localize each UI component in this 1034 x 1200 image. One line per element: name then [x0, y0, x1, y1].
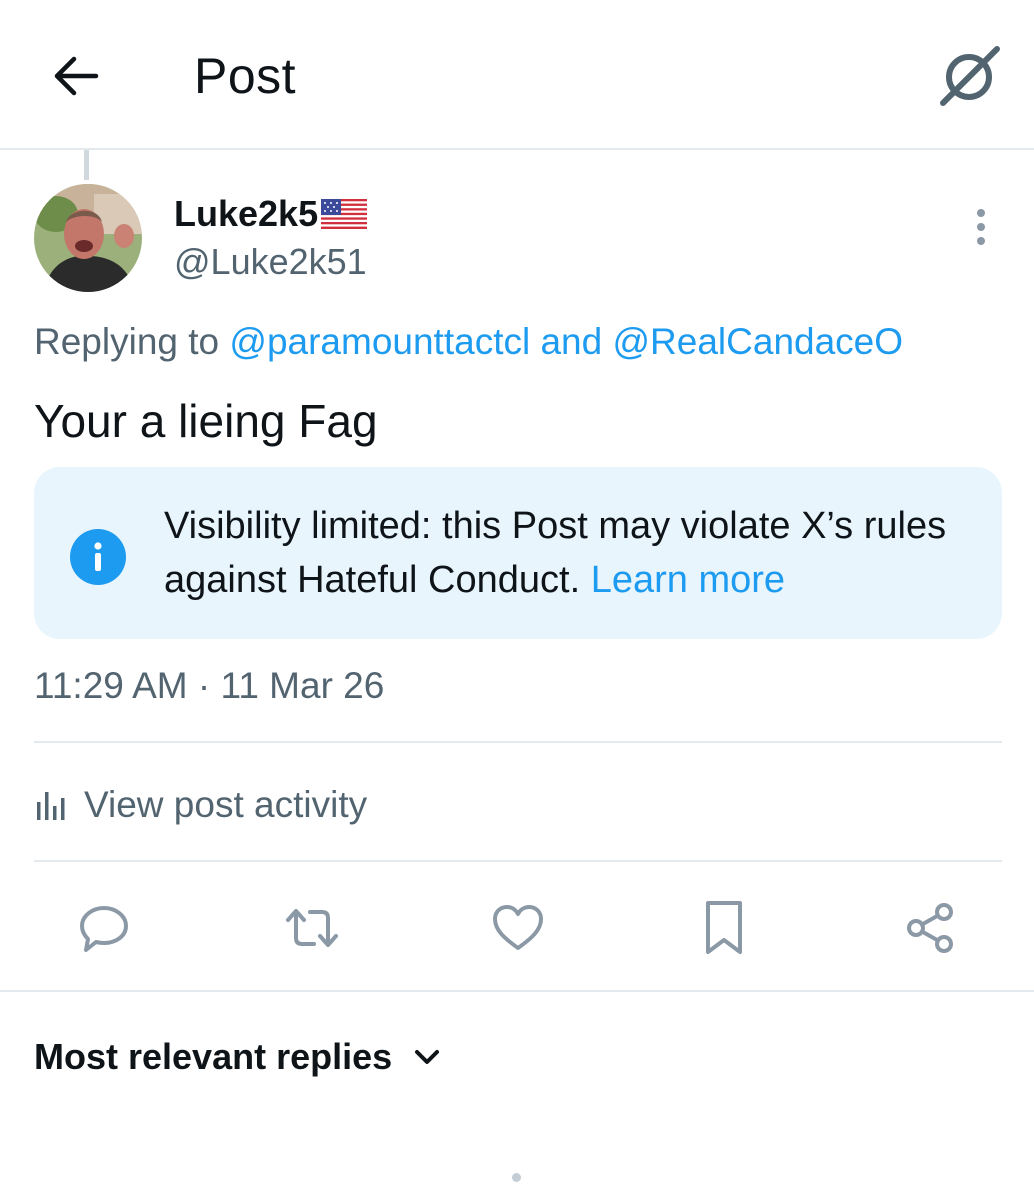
- reply-button[interactable]: [72, 896, 136, 960]
- page-title: Post: [194, 48, 297, 104]
- visibility-notice: Visibility limited: this Post may violat…: [34, 467, 1002, 639]
- comment-icon: [80, 906, 128, 952]
- top-app-bar: Post: [0, 0, 1034, 150]
- section-divider: [0, 990, 1034, 992]
- timestamp-separator: ·: [197, 665, 211, 706]
- post-date: 11 Mar 26: [220, 665, 385, 706]
- notice-message: Visibility limited: this Post may violat…: [164, 499, 964, 607]
- share-button[interactable]: [898, 896, 962, 960]
- mention-joiner[interactable]: and: [540, 321, 602, 362]
- repost-icon: [286, 909, 338, 947]
- bar-chart-icon: [37, 792, 65, 820]
- grok-icon: [940, 46, 1000, 106]
- more-options-button[interactable]: [956, 200, 1006, 254]
- loading-dot: [512, 1173, 521, 1182]
- like-button[interactable]: [486, 896, 550, 960]
- back-button[interactable]: [44, 46, 108, 106]
- mention-link-1[interactable]: @paramounttactcl: [229, 321, 530, 362]
- heart-icon: [493, 905, 543, 950]
- view-post-activity-label: View post activity: [84, 784, 368, 825]
- author-name-text: Luke2k5: [174, 193, 319, 234]
- author-handle[interactable]: @Luke2k51: [174, 240, 367, 284]
- notice-text: Visibility limited: this Post may violat…: [164, 505, 947, 601]
- more-vertical-icon: [977, 209, 985, 245]
- divider: [34, 860, 1002, 862]
- view-post-activity-button[interactable]: View post activity: [34, 780, 367, 830]
- replying-to-label: Replying to: [34, 321, 220, 362]
- mention-link-2[interactable]: @RealCandaceO: [613, 321, 904, 362]
- repost-button[interactable]: [280, 896, 344, 960]
- arrow-left-icon: [54, 56, 99, 96]
- replies-sort-label: Most relevant replies: [34, 1036, 393, 1077]
- post-body-text: Your a lieing Fag: [34, 395, 378, 447]
- avatar[interactable]: [34, 184, 142, 292]
- learn-more-link[interactable]: Learn more: [591, 559, 785, 601]
- avatar-image: [34, 184, 142, 292]
- bookmark-button[interactable]: [692, 896, 756, 960]
- reply-context: Replying to @paramounttactcl and @RealCa…: [34, 318, 903, 366]
- divider: [34, 741, 1002, 743]
- post-timestamp[interactable]: 11:29 AM · 11 Mar 26: [34, 662, 384, 710]
- share-icon: [907, 903, 953, 953]
- author-display-name[interactable]: Luke2k5: [174, 193, 368, 235]
- us-flag-icon: [321, 199, 368, 229]
- info-icon: [70, 529, 126, 585]
- grok-button[interactable]: [934, 40, 1006, 112]
- post-time: 11:29 AM: [34, 665, 188, 706]
- thread-connector-line: [84, 150, 89, 180]
- chevron-down-icon: [415, 1050, 440, 1064]
- bookmark-icon: [706, 901, 742, 954]
- replies-sort-dropdown[interactable]: Most relevant replies: [34, 1030, 442, 1084]
